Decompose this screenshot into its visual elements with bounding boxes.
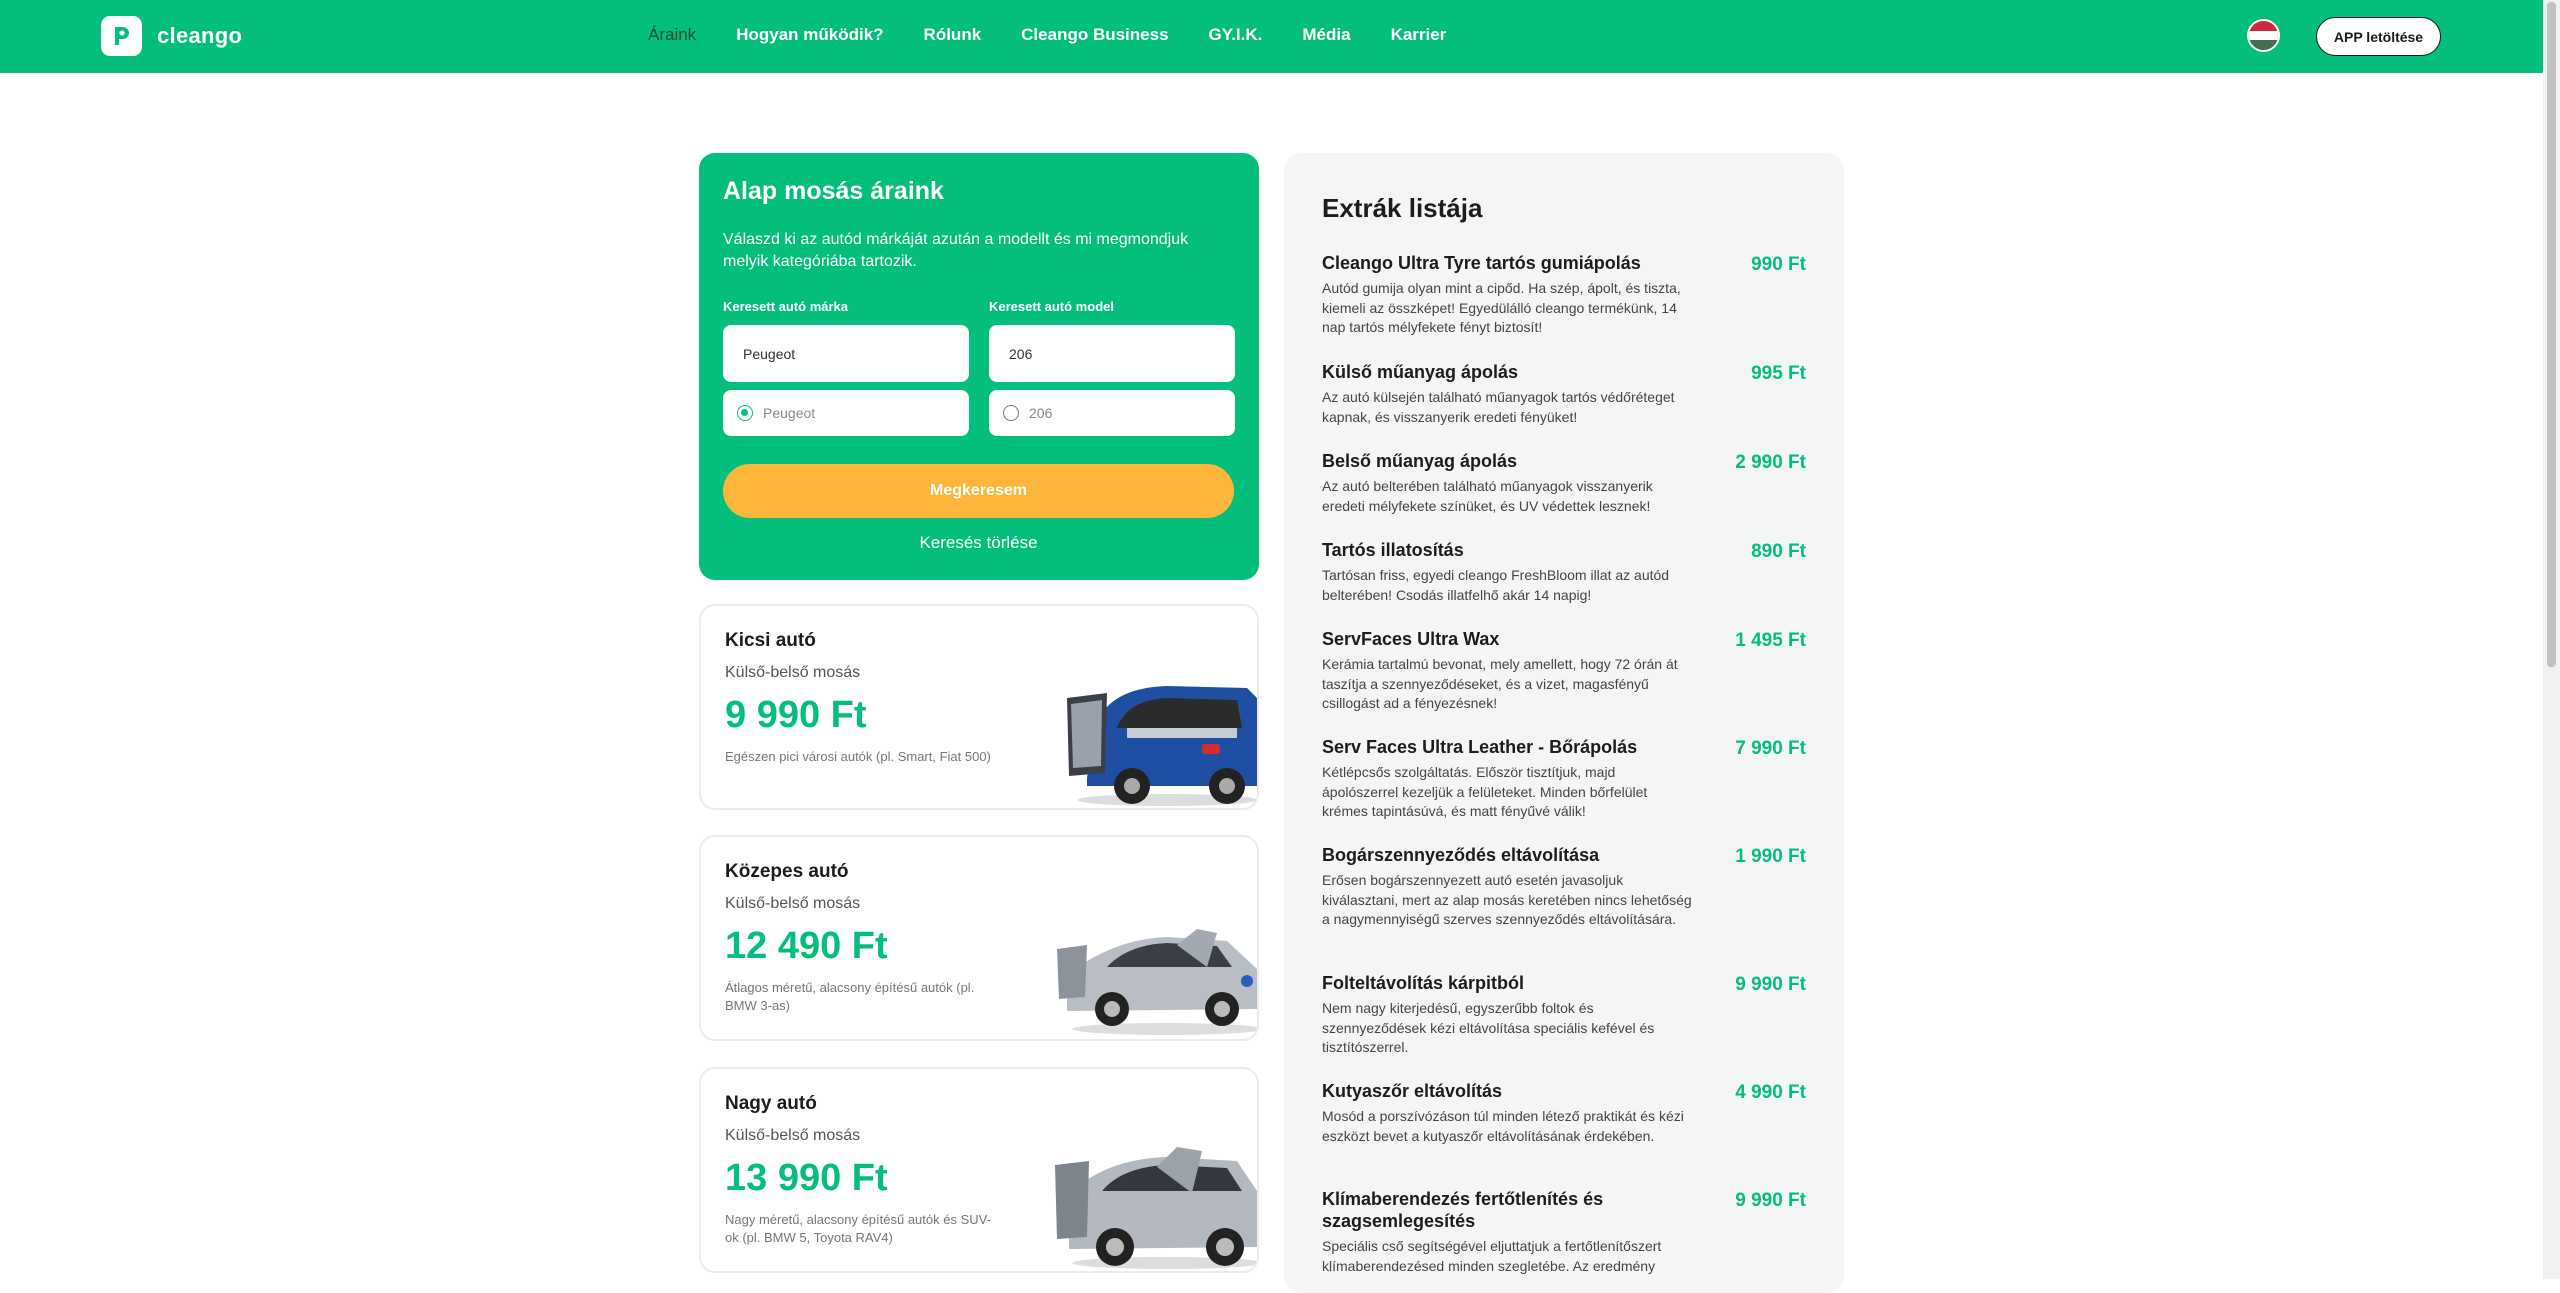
- car-name: Nagy autó: [725, 1093, 817, 1114]
- nav-item-media[interactable]: Média: [1302, 25, 1350, 45]
- extra-name: Tartós illatosítás: [1322, 540, 1464, 560]
- extra-description: Autód gumija olyan mint a cipőd. Ha szép…: [1322, 280, 1681, 335]
- extras-title: Extrák listája: [1322, 193, 1483, 223]
- model-label: Keresett autó model: [989, 299, 1114, 314]
- car-card-small[interactable]: Kicsi autó Külső-belső mosás 9 990 Ft Eg…: [699, 604, 1259, 810]
- extra-item: Klímaberendezés fertőtlenítés és szagsem…: [1322, 1188, 1806, 1276]
- logo[interactable]: cleango: [101, 16, 242, 56]
- car-price: 13 990 Ft: [725, 1157, 888, 1199]
- extra-description: Az autó külsején található műanyagok tar…: [1322, 389, 1675, 425]
- extra-price: 1 990 Ft: [1735, 846, 1806, 867]
- extra-price: 4 990 Ft: [1735, 1082, 1806, 1103]
- extra-name: Külső műanyag ápolás: [1322, 362, 1519, 382]
- nav-item-rolunk[interactable]: Rólunk: [924, 25, 982, 45]
- extra-item: Folteltávolítás kárpitból 9 990 Ft Nem n…: [1322, 972, 1806, 1058]
- main-nav: Áraink Hogyan működik? Rólunk Cleango Bu…: [648, 25, 1486, 45]
- extra-item: Kutyaszőr eltávolítás 4 990 Ft Mosód a p…: [1322, 1080, 1806, 1146]
- model-option[interactable]: 206: [989, 390, 1235, 436]
- car-name: Kicsi autó: [725, 630, 816, 651]
- cleango-logo-icon: [101, 16, 142, 56]
- extra-item: ServFaces Ultra Wax 1 495 Ft Kerámia tar…: [1322, 628, 1806, 714]
- extra-price: 990 Ft: [1751, 254, 1806, 275]
- extra-item: Tartós illatosítás 890 Ft Tartósan friss…: [1322, 539, 1806, 605]
- car-description: Átlagos méretű, alacsony építésű autók (…: [725, 980, 975, 1013]
- extra-name: ServFaces Ultra Wax: [1322, 629, 1500, 649]
- extra-description: Kétlépcsős szolgáltatás. Először tisztít…: [1322, 764, 1648, 819]
- top-navbar: cleango Áraink Hogyan működik? Rólunk Cl…: [0, 0, 2543, 73]
- extra-name: Folteltávolítás kárpitból: [1322, 973, 1525, 993]
- extras-panel: Extrák listája Cleango Ultra Tyre tartós…: [1284, 153, 1844, 1293]
- nav-item-araink[interactable]: Áraink: [648, 25, 696, 45]
- car-wash-type: Külső-belső mosás: [725, 664, 861, 681]
- flag-stripe-red: [2249, 21, 2278, 31]
- large-car-image: [1055, 1147, 1257, 1269]
- scrollbar-thumb[interactable]: [2547, 2, 2556, 667]
- extra-item: Cleango Ultra Tyre tartós gumiápolás 990…: [1322, 252, 1806, 338]
- extra-name: Belső műanyag ápolás: [1322, 451, 1518, 471]
- extra-name: Bogárszennyeződés eltávolítása: [1322, 845, 1600, 865]
- car-description: Nagy méretű, alacsony építésű autók és S…: [725, 1212, 991, 1245]
- nav-item-gyik[interactable]: GY.I.K.: [1209, 25, 1263, 45]
- extra-price: 1 495 Ft: [1735, 630, 1806, 651]
- extra-description: Erősen bogárszennyezett autó esetén java…: [1322, 872, 1692, 927]
- car-description: Egészen pici városi autók (pl. Smart, Fi…: [725, 749, 991, 764]
- model-option-label: 206: [1029, 405, 1053, 421]
- radio-unchecked-icon: [1003, 405, 1019, 421]
- extra-price: 2 990 Ft: [1735, 452, 1806, 473]
- extra-name: Cleango Ultra Tyre tartós gumiápolás: [1322, 253, 1641, 273]
- brand-option-label: Peugeot: [763, 405, 816, 421]
- search-title: Alap mosás áraink: [723, 177, 944, 205]
- extra-name: Kutyaszőr eltávolítás: [1322, 1081, 1503, 1101]
- extra-price: 9 990 Ft: [1735, 1190, 1806, 1211]
- radio-checked-icon: [737, 405, 753, 421]
- extra-item: Bogárszennyeződés eltávolítása 1 990 Ft …: [1322, 844, 1806, 930]
- car-name: Közepes autó: [725, 861, 849, 882]
- nav-item-karrier[interactable]: Karrier: [1391, 25, 1447, 45]
- car-card-medium[interactable]: Közepes autó Külső-belső mosás 12 490 Ft…: [699, 835, 1259, 1041]
- extra-price: 7 990 Ft: [1735, 738, 1806, 759]
- flag-stripe-green: [2249, 40, 2278, 50]
- small-car-image: [1067, 686, 1257, 806]
- flag-stripe-white: [2249, 30, 2278, 41]
- extra-description: Tartósan friss, egyedi cleango FreshBloo…: [1322, 567, 1670, 603]
- extra-item: Külső műanyag ápolás 995 Ft Az autó küls…: [1322, 361, 1806, 427]
- extra-description: Speciális cső segítségével eljuttatjuk a…: [1322, 1238, 1662, 1274]
- extra-description: Az autó belterében található műanyagok v…: [1322, 478, 1653, 514]
- extra-price: 9 990 Ft: [1735, 974, 1806, 995]
- car-wash-type: Külső-belső mosás: [725, 1127, 861, 1144]
- page-scrollbar[interactable]: [2543, 0, 2560, 1279]
- search-description: Válaszd ki az autód márkáját azután a mo…: [723, 231, 1189, 270]
- model-input[interactable]: [989, 325, 1235, 382]
- extra-price: 890 Ft: [1751, 541, 1806, 562]
- medium-car-image: [1057, 929, 1257, 1035]
- brand-input[interactable]: [723, 325, 969, 382]
- extra-name: Serv Faces Ultra Leather - Bőrápolás: [1322, 737, 1638, 757]
- hungarian-flag-icon[interactable]: [2247, 19, 2280, 52]
- brand-label: Keresett autó márka: [723, 299, 848, 314]
- extra-name: Klímaberendezés fertőtlenítés és szagsem…: [1322, 1189, 1604, 1231]
- extra-description: Kerámia tartalmú bevonat, mely amellett,…: [1322, 656, 1678, 711]
- car-card-large[interactable]: Nagy autó Külső-belső mosás 13 990 Ft Na…: [699, 1067, 1259, 1273]
- car-wash-type: Külső-belső mosás: [725, 895, 861, 912]
- search-panel: Alap mosás áraink Válaszd ki az autód má…: [699, 153, 1259, 580]
- extra-item: Serv Faces Ultra Leather - Bőrápolás 7 9…: [1322, 736, 1806, 822]
- extra-item: Belső műanyag ápolás 2 990 Ft Az autó be…: [1322, 450, 1806, 516]
- nav-item-cleango-business[interactable]: Cleango Business: [1021, 25, 1168, 45]
- nav-item-hogyan-mukodik[interactable]: Hogyan működik?: [736, 25, 883, 45]
- extra-description: Mosód a porszívózáson túl minden létező …: [1322, 1108, 1684, 1144]
- logo-text: cleango: [157, 23, 243, 48]
- search-button[interactable]: Megkeresem: [723, 464, 1234, 518]
- car-price: 12 490 Ft: [725, 925, 888, 967]
- app-download-button[interactable]: APP letöltése: [2316, 17, 2441, 56]
- extra-description: Nem nagy kiterjedésű, egyszerűbb foltok …: [1322, 1000, 1655, 1055]
- extra-price: 995 Ft: [1751, 363, 1806, 384]
- clear-search-link[interactable]: Keresés törlése: [723, 533, 1234, 553]
- car-price: 9 990 Ft: [725, 694, 867, 736]
- brand-option[interactable]: Peugeot: [723, 390, 969, 436]
